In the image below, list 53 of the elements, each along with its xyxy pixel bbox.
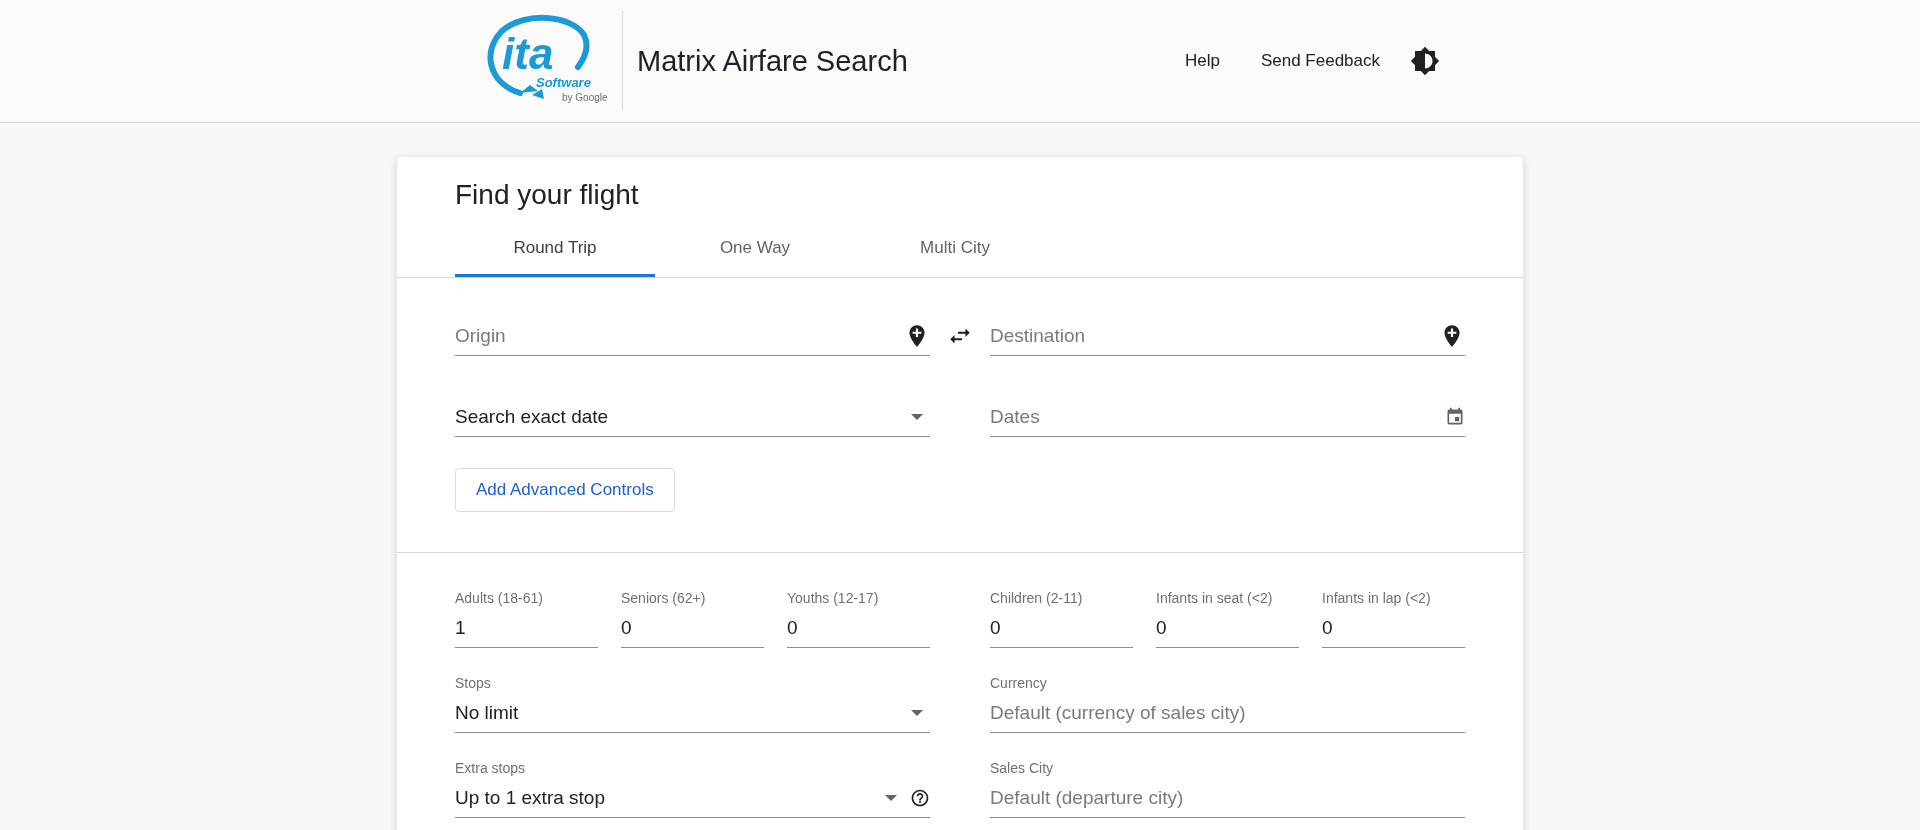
theme-toggle-button[interactable]: [1410, 46, 1440, 76]
text-input[interactable]: Default (currency of sales city): [990, 702, 1465, 724]
trip-type-tab[interactable]: Round Trip: [455, 225, 655, 277]
logo-drawing: ita Software by Google: [480, 11, 612, 111]
nav-link[interactable]: Help: [1184, 51, 1220, 71]
passenger-count-field[interactable]: 0: [1322, 609, 1465, 648]
caret-icon: [911, 710, 923, 716]
site-title: Matrix Airfare Search: [637, 44, 909, 78]
text-input[interactable]: 1: [455, 617, 598, 639]
text-input[interactable]: 0: [1322, 617, 1465, 639]
text-field[interactable]: Default (currency of sales city): [990, 694, 1465, 733]
caret-icon: [885, 795, 897, 801]
select-field[interactable]: Up to 1 extra stop: [455, 779, 930, 818]
text-input[interactable]: Dates: [990, 406, 1439, 428]
field-label: Children (2-11): [990, 589, 1084, 607]
text-input[interactable]: Default (departure city): [990, 787, 1465, 809]
passenger-count-field[interactable]: 1: [455, 609, 598, 648]
field-label: Seniors (62+): [621, 589, 707, 607]
field-label: Stops: [455, 674, 492, 692]
destination-field[interactable]: Destination: [990, 317, 1465, 356]
text-input[interactable]: Origin: [455, 325, 898, 347]
field-label: Extra stops: [455, 759, 527, 777]
field-label: Currency: [990, 674, 1048, 692]
field-label: Infants in lap (<2): [1322, 589, 1432, 607]
help-icon[interactable]: [910, 788, 930, 808]
passenger-count-field[interactable]: 0: [1156, 609, 1299, 648]
field-label: Infants in seat (<2): [1156, 589, 1274, 607]
text-input[interactable]: 0: [787, 617, 930, 639]
card-title: Find your flight: [454, 178, 640, 212]
date-mode-select[interactable]: Search exact date: [455, 398, 930, 437]
passenger-count-field[interactable]: 0: [787, 609, 930, 648]
field-label: Adults (18-61): [455, 589, 544, 607]
text-input[interactable]: Search exact date: [455, 406, 898, 428]
trip-type-tab[interactable]: Multi City: [855, 225, 1055, 277]
add-advanced-controls-button[interactable]: Add Advanced Controls: [455, 468, 675, 512]
calendar-icon[interactable]: [1445, 407, 1465, 427]
field-label: Youths (12-17): [787, 589, 880, 607]
caret-icon: [911, 414, 923, 420]
nav-link[interactable]: Send Feedback: [1260, 51, 1380, 71]
origin-field[interactable]: Origin: [455, 317, 930, 356]
text-field[interactable]: Default (departure city): [990, 779, 1465, 818]
field-label: Sales City: [990, 759, 1055, 777]
select-field[interactable]: No limit: [455, 694, 930, 733]
trip-type-tab[interactable]: One Way: [655, 225, 855, 277]
passenger-count-field[interactable]: 0: [990, 609, 1133, 648]
text-input[interactable]: Up to 1 extra stop: [455, 787, 872, 809]
dates-field[interactable]: Dates: [990, 398, 1465, 437]
text-input[interactable]: 0: [1156, 617, 1299, 639]
text-input[interactable]: Destination: [990, 325, 1433, 347]
text-input[interactable]: 0: [990, 617, 1133, 639]
text-input[interactable]: 0: [621, 617, 764, 639]
text-input[interactable]: No limit: [455, 702, 898, 724]
passenger-count-field[interactable]: 0: [621, 609, 764, 648]
